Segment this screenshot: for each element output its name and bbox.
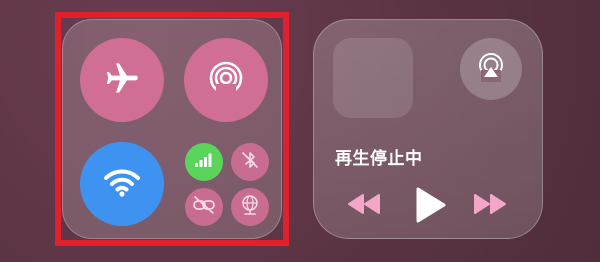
personal-hotspot-toggle[interactable]	[185, 188, 223, 226]
rewind-icon	[346, 193, 382, 219]
fast-forward-button[interactable]	[470, 192, 510, 220]
airplane-icon	[102, 58, 142, 102]
control-center: 再生停止中	[0, 0, 600, 262]
airplane-mode-toggle[interactable]	[80, 38, 164, 122]
airdrop-toggle[interactable]	[184, 38, 268, 122]
bluetooth-toggle[interactable]	[231, 143, 269, 181]
wifi-toggle[interactable]	[80, 142, 164, 226]
personal-hotspot-icon	[192, 194, 216, 220]
cellular-data-toggle[interactable]	[185, 143, 223, 181]
now-playing-card: 再生停止中	[313, 19, 543, 239]
cellular-signal-icon	[194, 152, 214, 172]
vpn-globe-icon	[238, 193, 262, 221]
wifi-icon	[102, 164, 142, 204]
connectivity-card	[62, 19, 282, 239]
bluetooth-off-icon	[239, 149, 261, 175]
play-icon	[413, 186, 447, 228]
vpn-toggle[interactable]	[231, 188, 269, 226]
album-artwork	[333, 38, 413, 118]
airplay-icon	[476, 52, 506, 86]
fast-forward-icon	[472, 193, 508, 219]
playback-status: 再生停止中	[335, 149, 423, 169]
play-button[interactable]	[410, 187, 450, 227]
airplay-button[interactable]	[460, 38, 522, 100]
rewind-button[interactable]	[344, 192, 384, 220]
airdrop-icon	[206, 58, 246, 102]
